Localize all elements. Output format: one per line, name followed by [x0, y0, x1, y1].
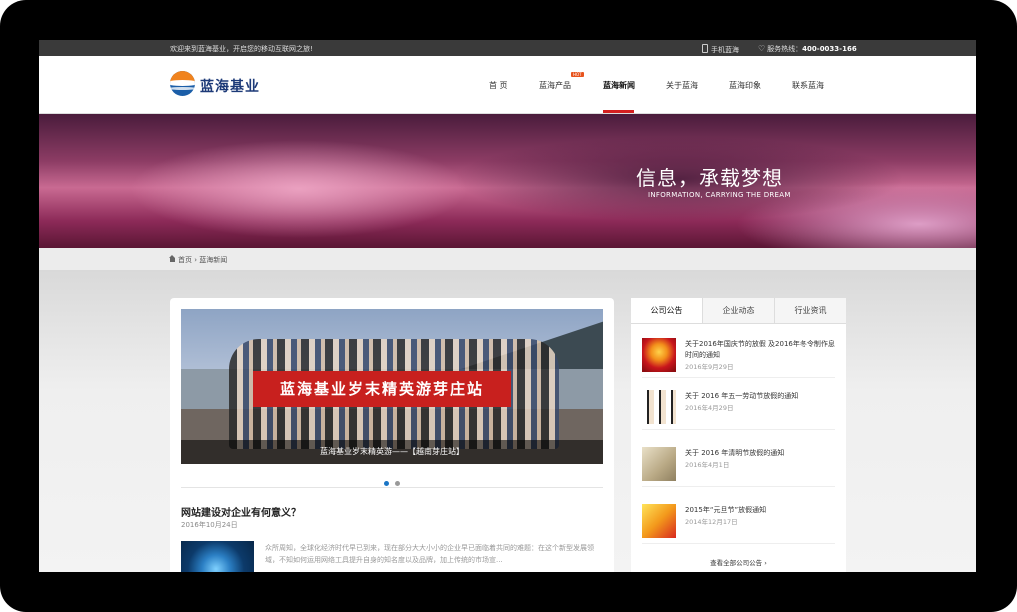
hot-badge: HOT [571, 72, 584, 77]
mobile-site-label: 手机蓝海 [711, 46, 739, 54]
divider [181, 487, 603, 488]
nav-item-impression[interactable]: 蓝海印象 [729, 80, 761, 91]
notice-title[interactable]: 2015年“元旦节”放假通知 [685, 505, 835, 516]
post-date: 2016年10月24日 [181, 521, 238, 529]
photo-slider[interactable]: 蓝海基业岁末精英游芽庄站 蓝海基业岁末精英游——【越南芽庄站】 [181, 309, 603, 464]
logo-text: 蓝海基业 [200, 79, 260, 95]
active-nav-underline [603, 110, 634, 113]
notice-date: 2016年4月29日 [685, 404, 734, 412]
top-bar: 欢迎来到蓝海基业，开启您的移动互联网之旅! 手机蓝海 ♡ 服务热线：400-003… [39, 40, 976, 56]
notice-date: 2014年12月17日 [685, 518, 738, 526]
notice-thumbnail [642, 447, 676, 481]
notice-title[interactable]: 关于 2016 年五一劳动节放假的通知 [685, 391, 835, 402]
view-all-notices-link[interactable]: 查看全部公司公告 › [631, 557, 846, 567]
tab-company-news[interactable]: 企业动态 [703, 298, 775, 323]
list-item[interactable]: 关于 2016 年五一劳动节放假的通知 2016年4月29日 [642, 380, 835, 430]
notice-thumbnail [642, 390, 676, 424]
post-excerpt: 众所周知，全球化经济时代早已到来，现在部分大大小小的企业早已面临着共同的难题：在… [265, 544, 594, 564]
nav-item-products[interactable]: 蓝海产品 [539, 80, 571, 91]
nav-item-about[interactable]: 关于蓝海 [666, 80, 698, 91]
tab-company-notice[interactable]: 公司公告 [631, 298, 703, 323]
notice-panel: 公司公告 企业动态 行业资讯 关于2016年国庆节的放假 及2016年冬令制作息… [631, 298, 846, 572]
browser-viewport: 欢迎来到蓝海基业，开启您的移动互联网之旅! 手机蓝海 ♡ 服务热线：400-003… [39, 40, 976, 572]
breadcrumb: 首页 › 蓝海新闻 [169, 255, 227, 265]
breadcrumb-current[interactable]: 蓝海新闻 [199, 256, 227, 264]
device-frame: 欢迎来到蓝海基业，开启您的移动互联网之旅! 手机蓝海 ♡ 服务热线：400-003… [0, 0, 1017, 612]
tab-industry-news[interactable]: 行业资讯 [775, 298, 846, 323]
notice-date: 2016年4月1日 [685, 461, 730, 469]
mobile-site-link[interactable]: 手机蓝海 [702, 44, 739, 55]
service-hotline: ♡ 服务热线：400-0033-166 [758, 44, 857, 54]
list-item[interactable]: 2015年“元旦节”放假通知 2014年12月17日 [642, 494, 835, 544]
news-card: 蓝海基业岁末精英游芽庄站 蓝海基业岁末精英游——【越南芽庄站】 网站建设对企业有… [170, 298, 614, 572]
hotline-number: 400-0033-166 [802, 45, 857, 53]
list-item[interactable]: 关于2016年国庆节的放假 及2016年冬令制作息时间的通知 2016年9月29… [642, 328, 835, 378]
breadcrumb-home[interactable]: 首页 [178, 256, 192, 264]
post-title[interactable]: 网站建设对企业有何意义？ [181, 504, 301, 519]
notice-title[interactable]: 关于 2016 年清明节放假的通知 [685, 448, 835, 459]
slider-dot-2[interactable] [395, 481, 400, 486]
post-thumbnail[interactable] [181, 541, 254, 572]
breadcrumb-bar: 首页 › 蓝海新闻 [39, 248, 976, 271]
logo[interactable]: 蓝海基业 [170, 71, 262, 99]
notice-thumbnail [642, 338, 676, 372]
main-content: 蓝海基业岁末精英游芽庄站 蓝海基业岁末精英游——【越南芽庄站】 网站建设对企业有… [39, 270, 976, 572]
home-icon [169, 255, 175, 262]
slider-dot-1[interactable] [384, 481, 389, 486]
nav-item-news[interactable]: 蓝海新闻 [603, 80, 635, 91]
welcome-text: 欢迎来到蓝海基业，开启您的移动互联网之旅! [170, 45, 313, 53]
nav-item-home[interactable]: 首 页 [489, 80, 508, 91]
breadcrumb-separator: › [194, 256, 198, 264]
nav-item-contact[interactable]: 联系蓝海 [792, 80, 824, 91]
hero-banner: 信息，承载梦想 INFORMATION, CARRYING THE DREAM [39, 114, 976, 248]
notice-date: 2016年9月29日 [685, 363, 734, 371]
logo-mark-icon [170, 71, 195, 96]
heart-icon: ♡ [758, 44, 766, 53]
slider-caption[interactable]: 蓝海基业岁末精英游——【越南芽庄站】 [181, 440, 603, 464]
phone-icon [702, 44, 708, 53]
notice-thumbnail [642, 504, 676, 538]
hotline-label: 服务热线： [767, 45, 803, 53]
slider-banner-text: 蓝海基业岁末精英游芽庄站 [253, 371, 511, 407]
banner-title: 信息，承载梦想 [636, 166, 783, 190]
list-item[interactable]: 关于 2016 年清明节放假的通知 2016年4月1日 [642, 437, 835, 487]
site-header: 蓝海基业 首 页 蓝海产品 HOT 蓝海新闻 关于蓝海 蓝海印象 联系蓝海 [39, 56, 976, 114]
banner-subtitle: INFORMATION, CARRYING THE DREAM [648, 191, 791, 199]
notice-tabs: 公司公告 企业动态 行业资讯 [631, 298, 846, 324]
notice-title[interactable]: 关于2016年国庆节的放假 及2016年冬令制作息时间的通知 [685, 339, 835, 361]
